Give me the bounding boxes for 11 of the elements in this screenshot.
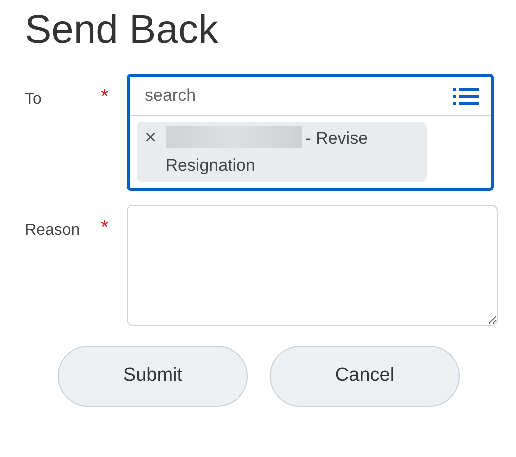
field-label: To [25,90,43,110]
field-label: Reason [25,220,82,241]
submit-button[interactable]: Submit [58,346,248,407]
list-icon[interactable] [453,86,479,106]
chip-text: - Revise Resignation [166,124,419,179]
reason-field[interactable] [127,204,498,326]
page-title: Send Back [25,8,220,52]
required-mark: * [101,216,110,241]
remove-button[interactable]: × [145,124,157,150]
required-mark: * [101,85,110,110]
cancel-button[interactable]: Cancel [270,346,460,407]
